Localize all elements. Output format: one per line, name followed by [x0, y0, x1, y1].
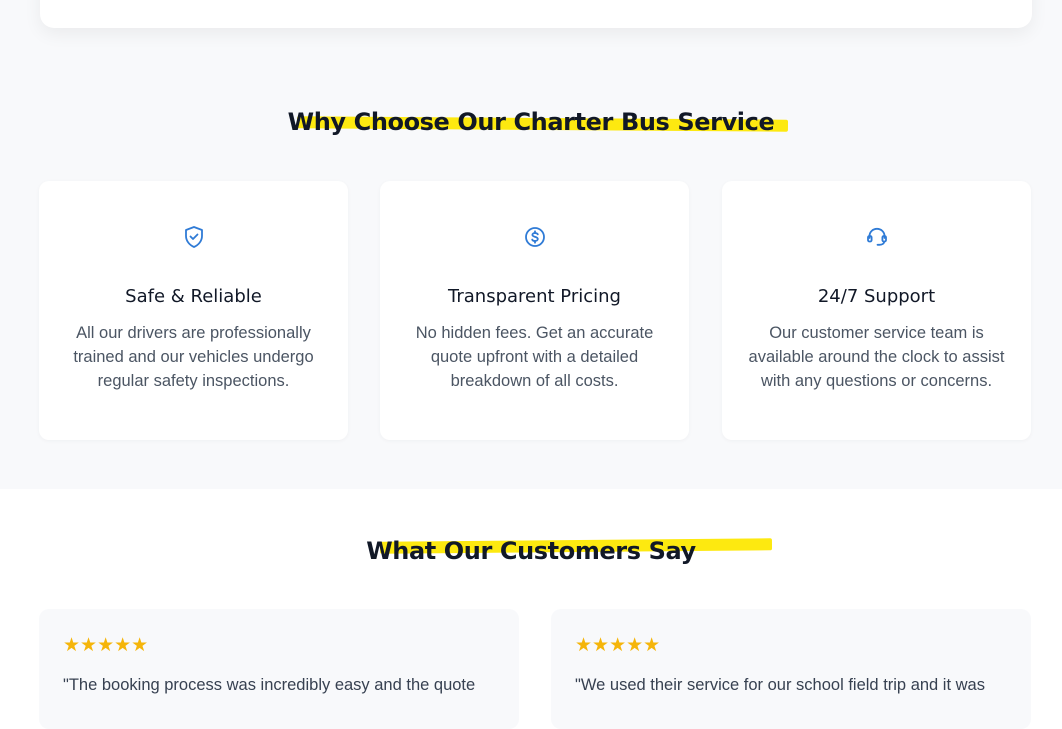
feature-title: Transparent Pricing — [448, 286, 621, 307]
previous-card-bottom-edge — [40, 0, 1032, 28]
feature-description: No hidden fees. Get an accurate quote up… — [415, 324, 654, 390]
customers-title: What Our Customers Say — [366, 537, 696, 565]
review-quote: "The booking process was incredibly easy… — [63, 676, 476, 694]
review-quote: "We used their service for our school fi… — [575, 676, 985, 694]
review-card: ★★★★★ "The booking process was incredibl… — [39, 609, 519, 729]
feature-description: Our customer service team is available a… — [748, 324, 1005, 390]
star-icon: ★★★★★ — [575, 634, 661, 656]
previous-section-bottom — [0, 0, 1062, 61]
feature-title: Safe & Reliable — [125, 286, 262, 307]
feature-card-support: 24/7 Support Our customer service team i… — [722, 181, 1031, 440]
feature-card-safe-reliable: Safe & Reliable All our drivers are prof… — [39, 181, 348, 440]
dollar-circle-icon — [380, 225, 689, 249]
headset-icon — [722, 225, 1031, 249]
feature-card-transparent-pricing: Transparent Pricing No hidden fees. Get … — [380, 181, 689, 440]
star-icon: ★★★★★ — [63, 634, 149, 656]
why-choose-title: Why Choose Our Charter Bus Service — [287, 108, 775, 136]
feature-title: 24/7 Support — [817, 286, 936, 307]
feature-description: All our drivers are professionally train… — [73, 324, 314, 390]
review-card: ★★★★★ "We used their service for our sch… — [551, 609, 1031, 729]
star-rating: ★★★★★ — [575, 635, 660, 655]
star-rating: ★★★★★ — [63, 635, 148, 655]
shield-check-icon — [39, 225, 348, 249]
